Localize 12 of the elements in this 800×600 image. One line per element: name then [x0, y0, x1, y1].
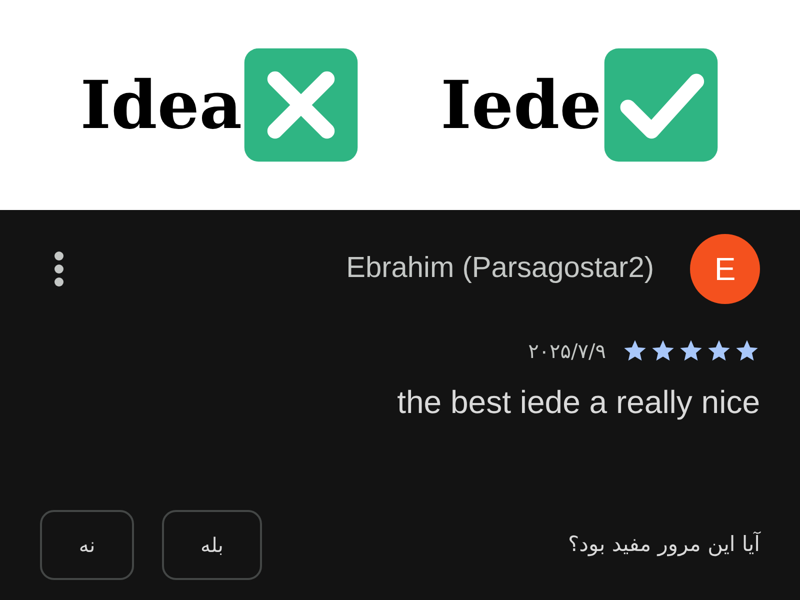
caption-heading: Idea	[80, 72, 242, 138]
cross-mark-icon	[242, 46, 360, 164]
vote-button[interactable]: نه	[40, 510, 134, 580]
review-date: ۲۰۲۵/۷/۹	[528, 338, 606, 365]
helpful-question: آیا این مرور مفید بود؟	[567, 530, 760, 558]
vote-button[interactable]: بله	[162, 510, 262, 580]
avatar: E	[690, 234, 760, 304]
review-text: the best iede a really nice	[397, 383, 760, 422]
author-name: Ebrahim (Parsagostar2)	[346, 251, 654, 286]
more-options-icon[interactable]	[52, 249, 66, 289]
check-mark-icon	[602, 46, 720, 164]
caption-heading: Iede	[440, 72, 602, 138]
